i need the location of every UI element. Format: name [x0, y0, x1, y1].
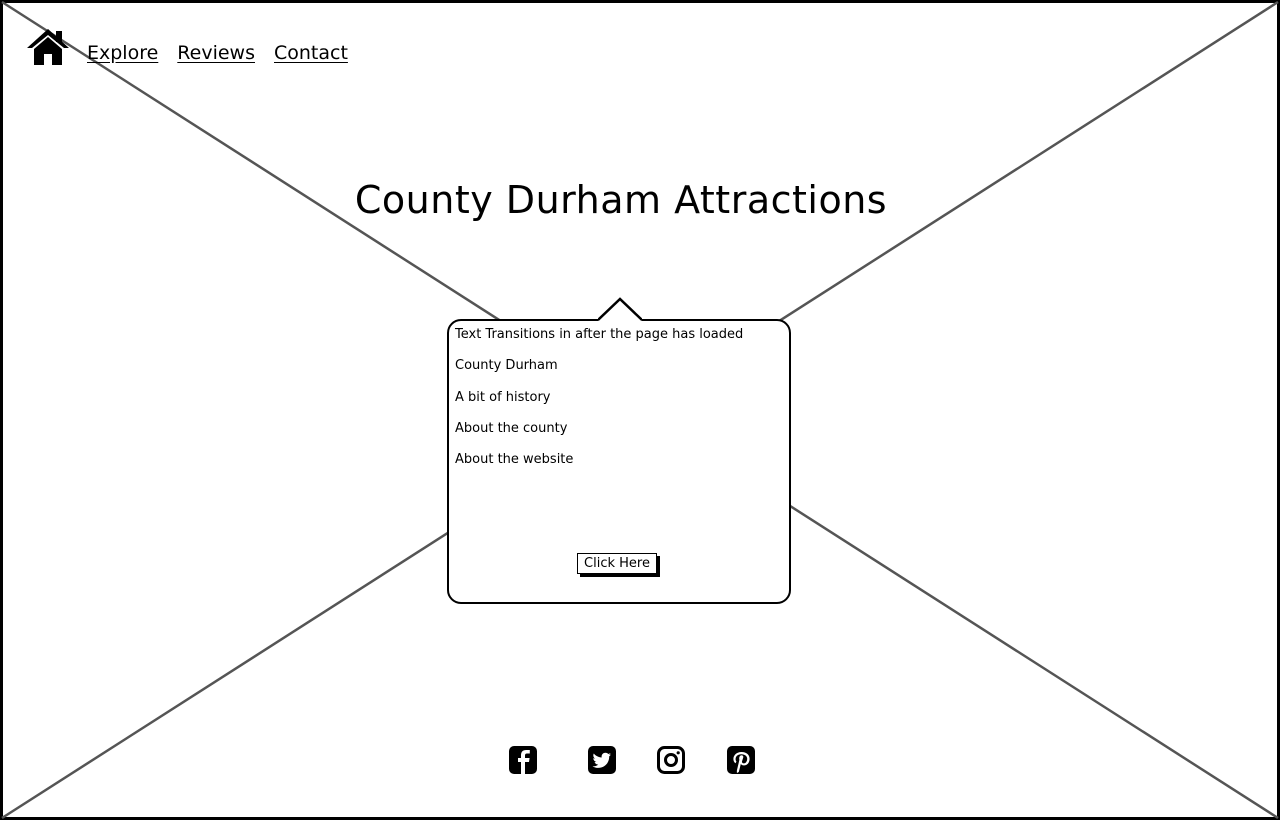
popover-line-about-website: About the website	[455, 452, 574, 467]
home-icon[interactable]	[26, 28, 70, 66]
intro-popover: Text Transitions in after the page has l…	[447, 319, 791, 604]
twitter-icon[interactable]	[587, 745, 617, 775]
instagram-icon[interactable]	[656, 745, 686, 775]
popover-line-history: A bit of history	[455, 390, 551, 405]
nav-link-reviews[interactable]: Reviews	[177, 42, 255, 64]
top-nav: Explore Reviews Contact	[26, 28, 367, 66]
pinterest-icon[interactable]	[726, 745, 756, 775]
facebook-icon[interactable]	[508, 745, 538, 775]
popover-line-county-durham: County Durham	[455, 358, 558, 373]
nav-link-contact[interactable]: Contact	[274, 42, 348, 64]
popover-pointer	[598, 297, 642, 321]
click-here-button[interactable]: Click Here	[577, 553, 657, 574]
nav-link-explore[interactable]: Explore	[87, 42, 158, 64]
page-title: County Durham Attractions	[354, 178, 888, 222]
transition-note: Text Transitions in after the page has l…	[455, 327, 744, 342]
popover-line-about-county: About the county	[455, 421, 568, 436]
